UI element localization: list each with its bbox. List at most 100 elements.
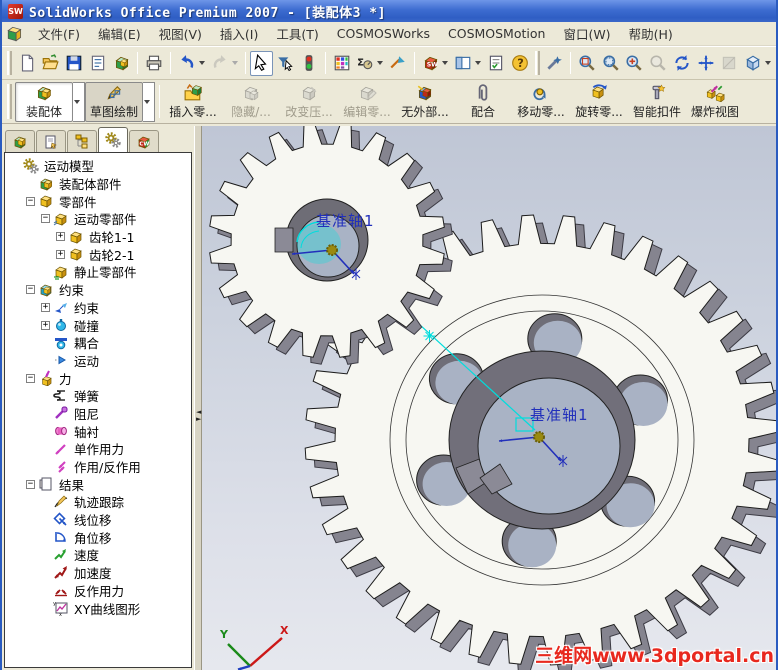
open-button[interactable] bbox=[39, 51, 63, 76]
zoom-selection-button[interactable] bbox=[646, 51, 670, 76]
dropdown-caret-icon[interactable] bbox=[442, 61, 449, 65]
solidworks-resources-button[interactable]: SW bbox=[419, 51, 443, 76]
rotate-view-button[interactable] bbox=[670, 51, 694, 76]
mate-button[interactable]: 配合 bbox=[454, 82, 512, 122]
tree-item-bushing[interactable]: 轴衬 bbox=[9, 422, 191, 440]
tree-item-spring[interactable]: 弹簧 bbox=[9, 387, 191, 405]
tree-expander-minus[interactable]: − bbox=[26, 196, 35, 206]
tree-item-forces-group[interactable]: − 力 bbox=[9, 369, 191, 387]
view-seed-button[interactable] bbox=[543, 51, 567, 76]
tree-item-gear2-1[interactable]: + 齿轮2-1 bbox=[9, 245, 191, 263]
select-button[interactable] bbox=[249, 50, 274, 76]
tree-expander-minus[interactable]: − bbox=[26, 285, 35, 295]
edit-color-button[interactable] bbox=[330, 51, 354, 76]
undo-button[interactable] bbox=[175, 51, 199, 76]
help-button[interactable]: ? bbox=[508, 51, 532, 76]
dropdown-caret-icon[interactable] bbox=[198, 61, 205, 65]
menu-view[interactable]: 视图(V) bbox=[151, 21, 210, 46]
tree-expander-plus[interactable]: + bbox=[56, 232, 65, 242]
toolbar-grip[interactable] bbox=[7, 84, 12, 119]
tree-expander-plus[interactable]: + bbox=[41, 302, 50, 312]
change-suppression-button[interactable]: 改变压... bbox=[280, 82, 338, 122]
menu-cosmosmotion[interactable]: COSMOSMotion bbox=[440, 23, 553, 44]
tree-expander-plus[interactable]: + bbox=[41, 320, 50, 330]
pan-button[interactable] bbox=[694, 51, 718, 76]
tree-item-results-group[interactable]: − 结果 bbox=[9, 475, 191, 493]
task-pane-button[interactable] bbox=[451, 51, 475, 76]
zoom-inout-button[interactable] bbox=[623, 51, 647, 76]
redo-button[interactable] bbox=[208, 51, 232, 76]
sketch-button[interactable]: 草图绘制 bbox=[85, 81, 144, 122]
toggle-simulation-button[interactable] bbox=[297, 51, 321, 76]
tree-item-trace-path[interactable]: 轨迹跟踪 bbox=[9, 493, 191, 511]
selection-filter-button[interactable] bbox=[273, 51, 297, 76]
dropdown-caret-icon[interactable] bbox=[231, 61, 238, 65]
tree-item-reaction-force[interactable]: 反作用力 bbox=[9, 582, 191, 600]
graphics-viewport[interactable]: XY 基准轴1 基准轴1 三维网www.3dportal.cn bbox=[202, 126, 776, 670]
rebuild-check-button[interactable] bbox=[386, 51, 410, 76]
dropdown-caret-icon[interactable] bbox=[764, 61, 771, 65]
zoom-area-button[interactable] bbox=[599, 51, 623, 76]
assembly-toolbar-button-dropdown[interactable] bbox=[73, 81, 85, 122]
cosmosworks-tab[interactable]: CW bbox=[129, 130, 159, 152]
tree-item-coupling[interactable]: 耦合 bbox=[9, 334, 191, 352]
design-checker-button[interactable] bbox=[484, 51, 508, 76]
tree-item-single-force[interactable]: 单作用力 bbox=[9, 440, 191, 458]
tree-item-velocity[interactable]: 速度 bbox=[9, 546, 191, 564]
assembly-toolbar-button[interactable]: 装配体 bbox=[15, 81, 73, 122]
menu-tools[interactable]: 工具(T) bbox=[268, 21, 326, 46]
model-canvas[interactable]: XY bbox=[202, 126, 776, 670]
hide-component-button[interactable]: 隐藏/... bbox=[222, 82, 280, 122]
toolbar-grip[interactable] bbox=[7, 51, 12, 75]
tree-expander-plus[interactable]: + bbox=[56, 249, 65, 259]
rotate-component-button[interactable]: 旋转零... bbox=[570, 82, 628, 122]
splitter-collapse-icon[interactable]: ◄ ► bbox=[196, 408, 201, 423]
tree-item-constraints-group[interactable]: − 约束 bbox=[9, 281, 191, 299]
insert-component-button[interactable]: 插入零... bbox=[164, 82, 222, 122]
tree-expander-minus[interactable]: − bbox=[26, 479, 35, 489]
tree-item-acceleration[interactable]: 加速度 bbox=[9, 564, 191, 582]
toolbar-grip[interactable] bbox=[534, 51, 540, 75]
new-document-button[interactable] bbox=[15, 51, 39, 76]
tree-item-fixed-components[interactable]: 静止零部件 bbox=[9, 263, 191, 281]
section-view-button[interactable] bbox=[717, 51, 741, 76]
menu-window[interactable]: 窗口(W) bbox=[555, 21, 618, 46]
edit-part-button[interactable]: 编辑零... bbox=[338, 82, 396, 122]
tree-item-components[interactable]: − 零部件 bbox=[9, 192, 191, 210]
menu-help[interactable]: 帮助(H) bbox=[621, 21, 681, 46]
exploded-view-button[interactable]: 爆炸视图 bbox=[686, 82, 744, 122]
tree-item-collision[interactable]: + 碰撞 bbox=[9, 316, 191, 334]
tree-item-linear-displacement[interactable]: 线位移 bbox=[9, 511, 191, 529]
view-orientation-button[interactable] bbox=[741, 51, 765, 76]
propertymanager-tab[interactable] bbox=[36, 130, 66, 152]
make-assembly-button[interactable] bbox=[110, 51, 134, 76]
save-button[interactable] bbox=[62, 51, 86, 76]
tree-item-assembly-components[interactable]: 装配体部件 bbox=[9, 175, 191, 193]
motionmanager-tab[interactable] bbox=[98, 127, 128, 152]
dropdown-caret-icon[interactable] bbox=[475, 61, 482, 65]
menu-insert[interactable]: 插入(I) bbox=[212, 21, 266, 46]
make-drawing-button[interactable] bbox=[86, 51, 110, 76]
zoom-fit-button[interactable] bbox=[575, 51, 599, 76]
tree-item-angular-displacement[interactable]: 角位移 bbox=[9, 528, 191, 546]
tree-expander-minus[interactable]: − bbox=[26, 373, 35, 383]
tree-expander-minus[interactable]: − bbox=[41, 214, 50, 224]
no-external-ref-button[interactable]: 无外部... bbox=[396, 82, 454, 122]
smart-fasteners-button[interactable]: 智能扣件 bbox=[628, 82, 686, 122]
move-component-button[interactable]: 移动零... bbox=[512, 82, 570, 122]
tree-item-moving-components[interactable]: − 运动零部件 bbox=[9, 210, 191, 228]
configurationmanager-tab[interactable] bbox=[67, 130, 97, 152]
menu-cosmosworks[interactable]: COSMOSWorks bbox=[329, 23, 438, 44]
tree-item-action-reaction[interactable]: 作用/反作用 bbox=[9, 458, 191, 476]
tree-item-gear1-1[interactable]: + 齿轮1-1 bbox=[9, 228, 191, 246]
menu-edit[interactable]: 编辑(E) bbox=[90, 21, 149, 46]
featuremanager-tab[interactable] bbox=[5, 130, 35, 152]
print-button[interactable] bbox=[142, 51, 166, 76]
measure-button[interactable]: Σ bbox=[353, 51, 377, 76]
tree-item-motion[interactable]: 运动 bbox=[9, 352, 191, 370]
tree-item-damper[interactable]: 阻尼 bbox=[9, 405, 191, 423]
tree-item-constraint[interactable]: + 约束 bbox=[9, 299, 191, 317]
tree-item-motion-model[interactable]: 运动模型 bbox=[9, 157, 191, 175]
tree-item-xy-plot[interactable]: y x XY曲线图形 bbox=[9, 599, 191, 618]
panel-splitter[interactable]: ◄ ► bbox=[194, 126, 202, 670]
